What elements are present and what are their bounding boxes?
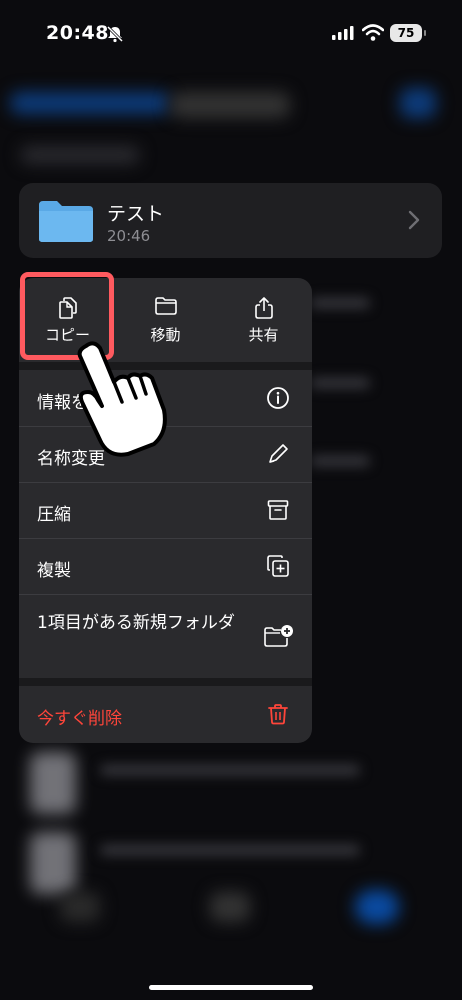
blurred-nav-title bbox=[170, 92, 290, 118]
share-icon bbox=[254, 297, 273, 319]
chevron-right-icon bbox=[408, 210, 420, 230]
blurred-nav-back bbox=[10, 92, 170, 114]
battery-indicator: 75 bbox=[390, 24, 426, 42]
share-button[interactable]: 共有 bbox=[215, 278, 312, 362]
compress-label: 圧縮 bbox=[37, 505, 71, 525]
status-time: 20:48 bbox=[46, 22, 109, 44]
trash-icon bbox=[268, 704, 288, 725]
menu-item-delete-now[interactable]: 今すぐ削除 bbox=[19, 686, 312, 742]
folder-icon bbox=[154, 297, 177, 315]
info-icon bbox=[267, 387, 289, 409]
folder-row[interactable]: テスト 20:46 bbox=[19, 183, 442, 258]
cellular-signal-icon bbox=[332, 26, 354, 40]
status-bar: 20:48 75 bbox=[0, 0, 462, 66]
bell-muted-icon bbox=[106, 25, 124, 43]
folder-time: 20:46 bbox=[107, 227, 151, 245]
blurred-subtitle bbox=[20, 146, 140, 164]
wifi-icon bbox=[362, 24, 384, 41]
blurred-file-thumb-1 bbox=[30, 752, 76, 814]
blurred-tab-icon-2 bbox=[210, 892, 250, 922]
blurred-tab-icon bbox=[355, 890, 399, 924]
delete-now-label: 今すぐ削除 bbox=[37, 709, 122, 729]
menu-item-new-folder[interactable]: 1項目がある新規フォルダ bbox=[19, 594, 312, 678]
pointing-hand-icon bbox=[77, 341, 167, 457]
archive-icon bbox=[267, 500, 289, 520]
new-folder-icon bbox=[264, 625, 293, 647]
menu-item-compress[interactable]: 圧縮 bbox=[19, 482, 312, 538]
blurred-file-thumb-2 bbox=[30, 832, 76, 894]
duplicate-label: 複製 bbox=[37, 561, 71, 581]
blurred-tab-icon-3 bbox=[60, 892, 100, 922]
folder-name: テスト bbox=[107, 203, 165, 225]
blurred-nav-action bbox=[400, 88, 436, 118]
duplicate-icon bbox=[267, 555, 289, 577]
pencil-icon bbox=[269, 444, 288, 463]
menu-item-duplicate[interactable]: 複製 bbox=[19, 538, 312, 594]
menu-section-divider bbox=[19, 678, 312, 686]
home-indicator[interactable] bbox=[149, 985, 313, 990]
share-label: 共有 bbox=[248, 326, 279, 344]
new-folder-label: 1項目がある新規フォルダ bbox=[37, 613, 235, 633]
folder-icon bbox=[39, 201, 93, 242]
